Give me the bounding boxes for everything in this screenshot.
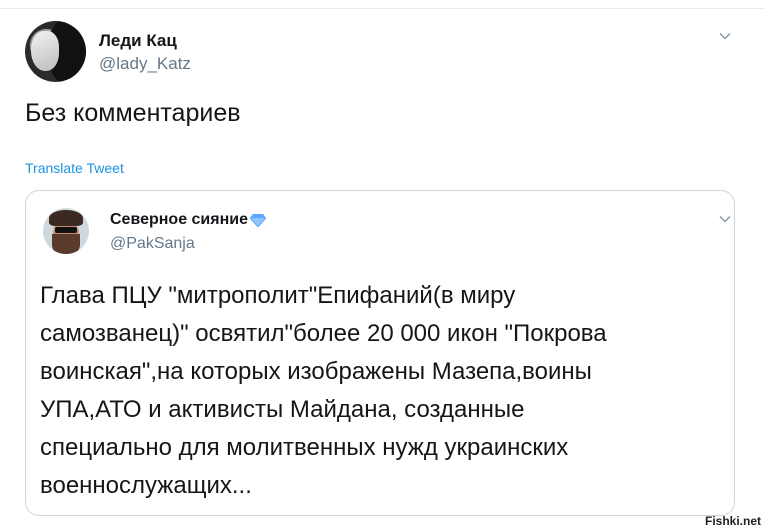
quoted-author-handle: @PakSanja <box>110 235 195 252</box>
quoted-tweet-text: Глава ПЦУ "митрополит"Епифаний(в миру са… <box>40 277 730 505</box>
quoted-text-line: самозванец)" освятил"более 20 000 икон "… <box>40 320 607 347</box>
top-divider <box>0 8 764 9</box>
quoted-author-name: Северное сияние <box>110 211 267 229</box>
avatar-cap <box>49 210 83 226</box>
author-handle[interactable]: @lady_Katz <box>99 54 191 74</box>
chevron-down-icon[interactable] <box>719 213 731 225</box>
quoted-tweet-card[interactable]: Северное сияние @PakSanja Глава ПЦУ "мит… <box>25 190 735 516</box>
gem-icon <box>249 213 267 228</box>
quoted-text-line: специально для молитвенных нужд украинск… <box>40 434 569 461</box>
author-avatar[interactable] <box>25 21 86 82</box>
avatar-glasses <box>55 227 77 233</box>
author-name[interactable]: Леди Кац <box>99 31 177 51</box>
translate-tweet-link[interactable]: Translate Tweet <box>25 160 124 176</box>
quoted-author-avatar <box>43 208 89 254</box>
chevron-down-icon[interactable] <box>719 30 731 42</box>
avatar-beard <box>52 234 80 254</box>
watermark: Fishki.net <box>704 514 761 528</box>
tweet-text: Без комментариев <box>25 99 241 127</box>
quoted-text-line: УПА,АТО и активисты Майдана, созданные <box>40 396 525 423</box>
quoted-text-line: воинская",на которых изображены Мазепа,в… <box>40 358 592 385</box>
quoted-text-line: Глава ПЦУ "митрополит"Епифаний(в миру <box>40 282 516 309</box>
quoted-text-line: военнослужащих... <box>40 472 252 499</box>
quoted-author-name-text: Северное сияние <box>110 211 248 228</box>
avatar-face <box>31 31 59 71</box>
